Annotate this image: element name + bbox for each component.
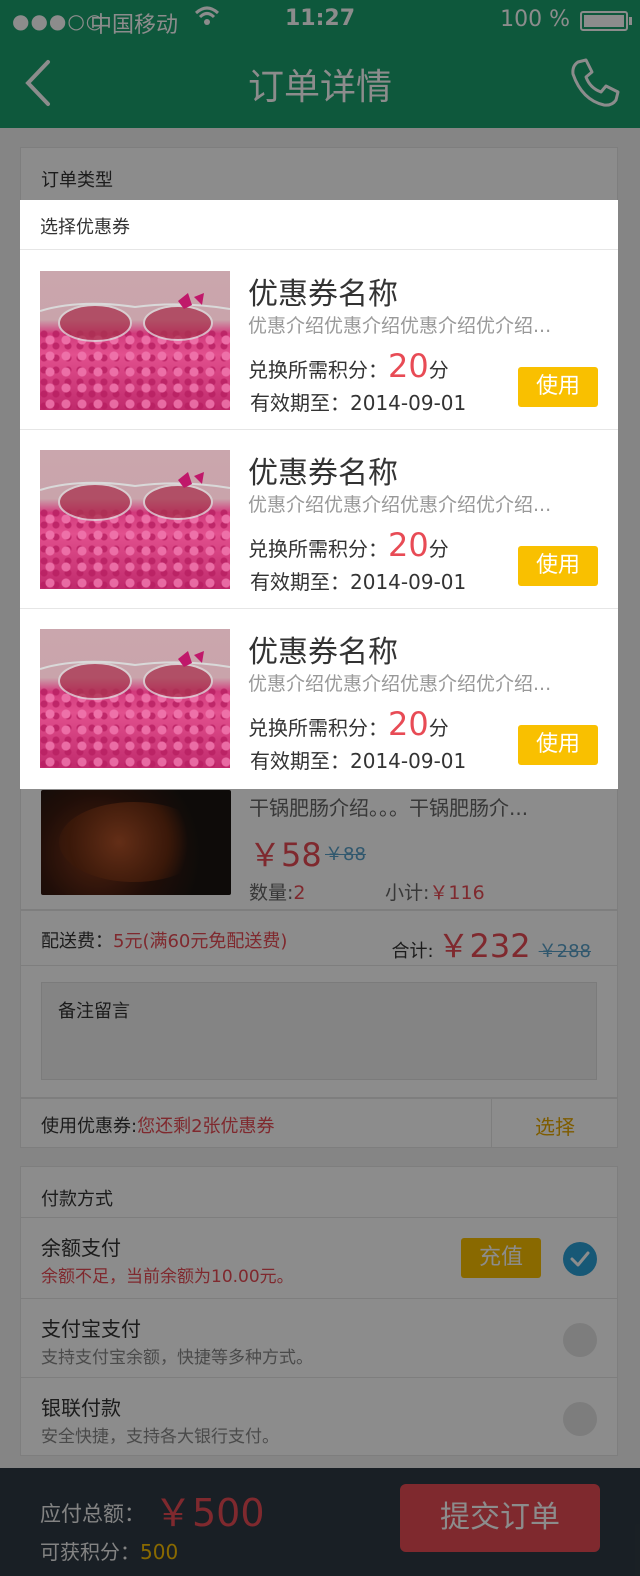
points-needed-label: 兑换所需积分：	[248, 716, 388, 740]
coupon-name: 优惠券名称	[248, 635, 398, 670]
use-coupon-button[interactable]: 使用	[518, 546, 598, 586]
use-coupon-button[interactable]: 使用	[518, 725, 598, 765]
coupon-name: 优惠券名称	[248, 277, 398, 312]
coupon-expiry: 有效期至：2014-09-01	[250, 391, 467, 415]
use-coupon-button[interactable]: 使用	[518, 367, 598, 407]
coupon-intro: 优惠介绍优惠介绍优惠介绍优介绍...	[248, 315, 552, 337]
points-unit: 分	[428, 716, 449, 740]
points-needed-label: 兑换所需积分：	[248, 537, 388, 561]
dialog-header: 选择优惠券	[20, 200, 618, 250]
dialog-title: 选择优惠券	[40, 217, 130, 238]
points-unit: 分	[428, 358, 449, 382]
coupon-card[interactable]: 优惠券名称 优惠介绍优惠介绍优惠介绍优介绍... 兑换所需积分：20分 有效期至…	[20, 430, 618, 609]
points-needed-value: 20	[388, 347, 429, 385]
coupon-expiry: 有效期至：2014-09-01	[250, 570, 467, 594]
coupon-intro: 优惠介绍优惠介绍优惠介绍优介绍...	[248, 673, 552, 695]
coupon-image	[40, 271, 230, 410]
coupon-picker-dialog: 选择优惠券 优惠券名称 优惠介绍优惠介绍优惠介绍优介绍... 兑换所需积分：20…	[20, 200, 618, 789]
points-needed-value: 20	[388, 526, 429, 564]
coupon-name: 优惠券名称	[248, 456, 398, 491]
coupon-expiry: 有效期至：2014-09-01	[250, 749, 467, 773]
coupon-intro: 优惠介绍优惠介绍优惠介绍优介绍...	[248, 494, 552, 516]
coupon-points: 兑换所需积分：20分	[248, 347, 449, 385]
coupon-points: 兑换所需积分：20分	[248, 705, 449, 743]
coupon-image	[40, 450, 230, 589]
points-needed-label: 兑换所需积分：	[248, 358, 388, 382]
points-needed-value: 20	[388, 705, 429, 743]
coupon-card[interactable]: 优惠券名称 优惠介绍优惠介绍优惠介绍优介绍... 兑换所需积分：20分 有效期至…	[20, 609, 618, 788]
coupon-points: 兑换所需积分：20分	[248, 526, 449, 564]
coupon-card[interactable]: 优惠券名称 优惠介绍优惠介绍优惠介绍优介绍... 兑换所需积分：20分 有效期至…	[20, 251, 618, 430]
coupon-image	[40, 629, 230, 768]
points-unit: 分	[428, 537, 449, 561]
